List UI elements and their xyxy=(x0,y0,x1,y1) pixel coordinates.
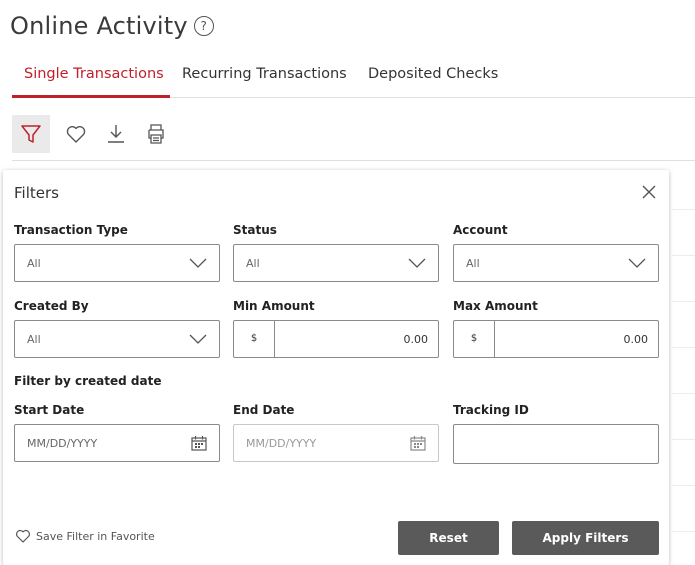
account-label: Account xyxy=(453,223,508,237)
end-date-placeholder: MM/DD/YYYY xyxy=(246,437,317,450)
close-icon[interactable] xyxy=(640,183,658,201)
tab-recurring-transactions[interactable]: Recurring Transactions xyxy=(182,66,347,82)
active-tab-indicator xyxy=(12,95,170,98)
chevron-down-icon xyxy=(189,334,207,344)
max-amount-input[interactable]: $ 0.00 xyxy=(453,320,659,358)
currency-symbol: $ xyxy=(454,321,495,357)
start-date-label: Start Date xyxy=(14,403,85,417)
min-amount-label: Min Amount xyxy=(233,299,315,313)
save-filter-favorite[interactable]: Save Filter in Favorite xyxy=(14,527,155,545)
toolbar-divider xyxy=(12,160,695,161)
created-by-select[interactable]: All xyxy=(14,320,220,358)
filters-panel: Filters Transaction Type All Status All … xyxy=(3,170,669,565)
calendar-icon[interactable] xyxy=(191,435,207,451)
print-icon[interactable] xyxy=(144,122,168,146)
start-date-input[interactable]: MM/DD/YYYY xyxy=(14,424,220,462)
created-date-heading: Filter by created date xyxy=(14,374,162,388)
heart-icon[interactable] xyxy=(64,122,88,146)
end-date-label: End Date xyxy=(233,403,295,417)
account-select[interactable]: All xyxy=(453,244,659,282)
tracking-id-input[interactable] xyxy=(453,424,659,464)
created-by-label: Created By xyxy=(14,299,89,313)
heart-icon xyxy=(16,529,30,543)
min-amount-input[interactable]: $ 0.00 xyxy=(233,320,439,358)
transaction-type-label: Transaction Type xyxy=(14,223,128,237)
page-title: Online Activity? xyxy=(10,12,214,40)
chevron-down-icon xyxy=(408,258,426,268)
save-filter-favorite-label: Save Filter in Favorite xyxy=(36,530,155,543)
tab-deposited-checks[interactable]: Deposited Checks xyxy=(368,66,498,82)
status-select[interactable]: All xyxy=(233,244,439,282)
tab-single-transactions[interactable]: Single Transactions xyxy=(24,66,164,82)
max-amount-value: 0.00 xyxy=(623,333,649,346)
chevron-down-icon xyxy=(628,258,646,268)
reset-button[interactable]: Reset xyxy=(398,521,499,555)
start-date-placeholder: MM/DD/YYYY xyxy=(27,437,98,450)
download-icon[interactable] xyxy=(104,122,128,146)
transaction-type-value: All xyxy=(27,257,41,270)
filter-button[interactable] xyxy=(12,115,50,153)
account-value: All xyxy=(466,257,480,270)
currency-symbol: $ xyxy=(234,321,275,357)
apply-filters-button[interactable]: Apply Filters xyxy=(512,521,659,555)
tracking-id-label: Tracking ID xyxy=(453,403,529,417)
status-value: All xyxy=(246,257,260,270)
chevron-down-icon xyxy=(189,258,207,268)
end-date-input[interactable]: MM/DD/YYYY xyxy=(233,424,439,462)
min-amount-value: 0.00 xyxy=(403,333,429,346)
calendar-icon[interactable] xyxy=(410,435,426,451)
filter-icon xyxy=(21,125,41,143)
max-amount-label: Max Amount xyxy=(453,299,538,313)
transaction-type-select[interactable]: All xyxy=(14,244,220,282)
filters-title: Filters xyxy=(14,184,59,202)
created-by-value: All xyxy=(27,333,41,346)
help-icon[interactable]: ? xyxy=(193,16,214,36)
status-label: Status xyxy=(233,223,277,237)
